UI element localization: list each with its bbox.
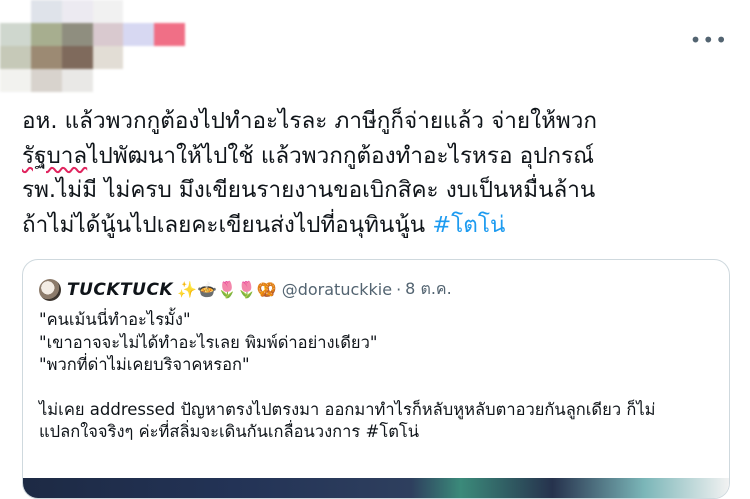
more-options-button[interactable]: ••• xyxy=(690,30,728,50)
quoted-user-avatar[interactable] xyxy=(39,278,61,301)
separator-dot: · xyxy=(396,280,402,299)
tweet-line-3: รพ.ไม่มี ไม่ครบ มึงเขียนรายงานขอเบิกสิคะ… xyxy=(22,177,596,203)
quoted-line-2: "เขาอาจจะไม่ได้ทำอะไรเลย พิมพ์ด่าอย่างเด… xyxy=(39,332,378,352)
tweet-line-1: อห. แล้วพวกกูต้องไปทำอะไรละ ภาษีกูก็จ่าย… xyxy=(22,108,598,134)
tweet-text: อห. แล้วพวกกูต้องไปทำอะไรละ ภาษีกูก็จ่าย… xyxy=(22,104,732,242)
tweet-line-4-text: ถ้าไม่ได้นู้นไปเลยคะเขียนส่งไปที่อนุทินน… xyxy=(22,211,426,238)
quoted-line-5: แปลกใจจริงๆ ค่ะที่สลิ่มจะเดินกันเกลื่อนว… xyxy=(39,422,420,441)
quoted-line-1: "คนเม้นนี่ทำอะไรมั้ง" xyxy=(39,310,191,329)
hashtag-link[interactable]: #โตโน่ xyxy=(432,212,505,238)
tweet-line-4: ถ้าไม่ได้นู้นไปเลยคะเขียนส่งไปที่อนุทินน… xyxy=(22,208,732,243)
tweet-line-2-text: ไปพัฒนาให้ไปใช้ แล้วพวกกูต้องทำอะไรหรอ อ… xyxy=(87,142,594,169)
quoted-user-name-emoji: ✨🍲🌷🌷🥨 xyxy=(177,280,277,299)
quoted-line-3: "พวกที่ด่าไม่เคยบริจาคหรอก" xyxy=(39,355,250,374)
quoted-tweet-card[interactable]: TUCKTUCK ✨🍲🌷🌷🥨 @doratuckkie · 8 ต.ค. "คน… xyxy=(22,259,730,499)
quoted-tweet-timestamp[interactable]: 8 ต.ค. xyxy=(405,277,452,302)
misspelled-word: รัฐบาล xyxy=(22,142,88,169)
quoted-user-handle[interactable]: @doratuckkie xyxy=(282,280,392,299)
quoted-media-preview[interactable] xyxy=(23,478,729,498)
quoted-tweet-text: "คนเม้นนี่ทำอะไรมั้ง" "เขาอาจจะไม่ได้ทำอ… xyxy=(39,309,719,444)
quoted-tweet-header: TUCKTUCK ✨🍲🌷🌷🥨 @doratuckkie · 8 ต.ค. xyxy=(39,277,452,302)
blurred-avatar xyxy=(0,0,185,92)
tweet-line-2: รัฐบาลไปพัฒนาให้ไปใช้ แล้วพวกกูต้องทำอะไ… xyxy=(22,139,732,174)
quoted-user-name[interactable]: TUCKTUCK xyxy=(67,280,173,300)
quoted-line-4: ไม่เคย addressed ปัญหาตรงไปตรงมา ออกมาทำ… xyxy=(39,399,656,419)
